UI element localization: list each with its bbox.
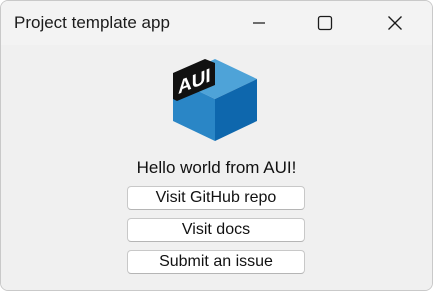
close-button[interactable] [372,1,418,45]
close-icon [387,15,403,31]
title-bar[interactable]: Project template app [1,1,432,45]
greeting-text: Hello world from AUI! [136,158,297,177]
submit-issue-button[interactable]: Submit an issue [127,250,305,274]
maximize-button[interactable] [302,1,348,45]
main-content: AUI Hello world from AUI! Visit GitHub r… [1,45,432,290]
app-window: Project template app AUI Hello world fro… [0,0,433,291]
maximize-icon [317,15,333,31]
minimize-icon [252,16,266,30]
visit-github-button[interactable]: Visit GitHub repo [127,186,305,210]
aui-logo: AUI [171,59,261,141]
window-title: Project template app [14,13,170,32]
minimize-button[interactable] [236,1,282,45]
visit-docs-button[interactable]: Visit docs [127,218,305,242]
